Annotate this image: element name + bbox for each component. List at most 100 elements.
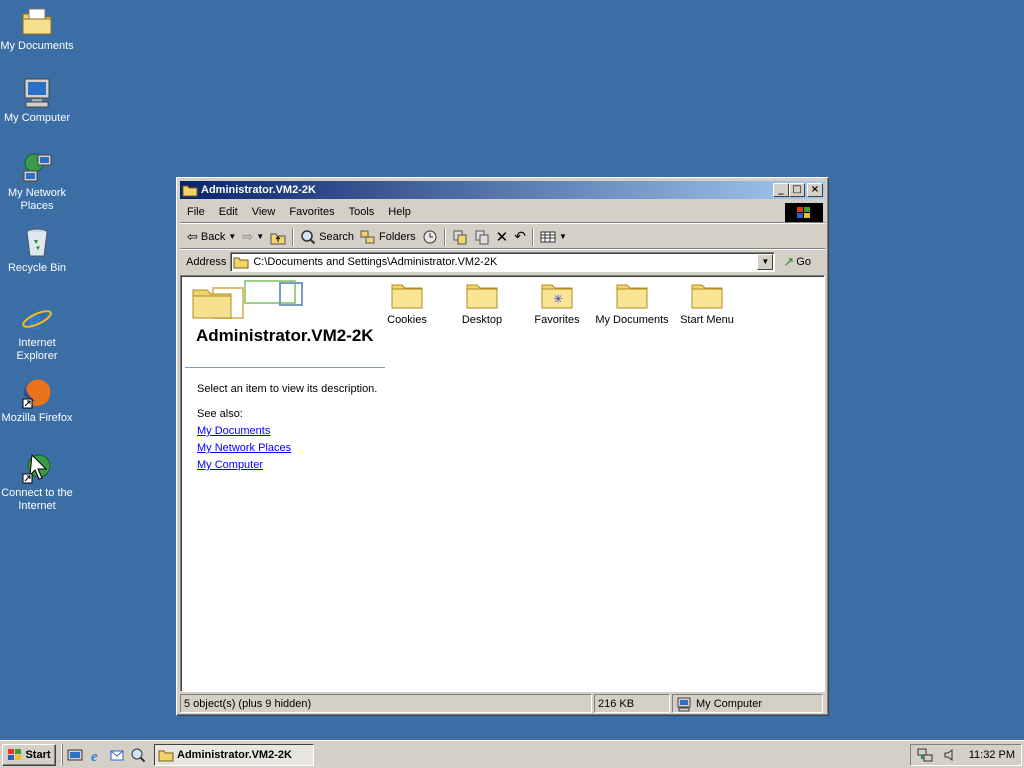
back-button[interactable]: ⇦ Back ▼: [184, 226, 239, 248]
desktop-icon-label: Internet Explorer: [16, 337, 58, 362]
move-to-button[interactable]: [449, 226, 471, 248]
folder-start-menu[interactable]: Start Menu: [667, 280, 747, 326]
ie-icon[interactable]: e: [88, 747, 104, 763]
volume-icon[interactable]: [943, 747, 959, 763]
computer-icon: [24, 78, 50, 108]
start-button[interactable]: Start: [2, 743, 56, 766]
system-tray: 11:32 PM: [910, 744, 1022, 766]
connect-icon: [22, 453, 51, 484]
search-button[interactable]: Search: [297, 226, 357, 248]
folder-icon: [233, 257, 249, 269]
taskbar-window-label: Administrator.VM2-2K: [177, 748, 292, 761]
undo-icon: ↶: [514, 228, 526, 244]
back-arrow-icon: ⇦: [187, 228, 198, 244]
folder-icon: [466, 284, 498, 309]
folder-documents-icon: [22, 8, 52, 35]
window-title: Administrator.VM2-2K: [201, 184, 316, 196]
network-tray-icon[interactable]: [917, 747, 933, 763]
menu-edit[interactable]: Edit: [212, 206, 245, 218]
desktop-icon-label: Mozilla Firefox: [1, 412, 73, 424]
folder-label: Desktop: [461, 314, 503, 326]
toolbar-separator: [531, 227, 534, 246]
forward-button[interactable]: ⇨ ▼: [239, 226, 267, 248]
history-button[interactable]: [419, 226, 441, 248]
folders-button[interactable]: Folders: [357, 226, 419, 248]
folder-icon: [182, 185, 198, 197]
outlook-express-icon[interactable]: [109, 747, 125, 763]
copy-to-button[interactable]: [471, 226, 493, 248]
folder-desktop[interactable]: Desktop: [442, 280, 522, 326]
link-my-documents[interactable]: My Documents: [197, 425, 270, 437]
menu-tools[interactable]: Tools: [342, 206, 382, 218]
status-size: 216 KB: [594, 694, 670, 713]
desktop-icon-label: Recycle Bin: [7, 262, 67, 274]
undo-button[interactable]: ↶: [511, 226, 529, 248]
search-label: Search: [319, 230, 354, 243]
pane-title: Administrator.VM2-2K: [196, 326, 374, 345]
up-folder-button[interactable]: [267, 226, 289, 248]
folder-icon: [391, 284, 423, 309]
search-icon[interactable]: [130, 747, 146, 763]
views-button[interactable]: ▼: [537, 226, 570, 248]
recycle-bin-icon: [26, 228, 48, 257]
desktop-icon-label: My Documents: [0, 40, 74, 52]
clock[interactable]: 11:32 PM: [969, 749, 1015, 761]
status-zone-label: My Computer: [696, 697, 763, 710]
explorer-window[interactable]: Administrator.VM2-2K _ □ × File Edit Vie…: [176, 177, 829, 716]
folders-icon: [360, 230, 375, 243]
favorites-folder-icon: ✳: [541, 284, 573, 309]
go-button[interactable]: ↗ Go: [783, 254, 811, 270]
menu-file[interactable]: File: [180, 206, 212, 218]
windows-logo-icon: [8, 748, 22, 760]
go-arrow-icon: ↗: [783, 254, 795, 269]
menu-view[interactable]: View: [245, 206, 283, 218]
desktop-icon-label: Connect to the Internet: [1, 487, 73, 512]
desktop-icon-my-network-places[interactable]: My Network Places: [0, 151, 74, 213]
see-also-label: See also:: [197, 408, 243, 420]
folder-label: Cookies: [387, 314, 427, 326]
views-icon: [540, 231, 556, 242]
folder-my-documents[interactable]: My Documents: [592, 280, 672, 326]
banner-folder-icon: [192, 280, 303, 319]
link-my-network-places[interactable]: My Network Places: [197, 442, 291, 454]
windows-logo-icon: [785, 203, 823, 222]
address-value: C:\Documents and Settings\Administrator.…: [253, 256, 498, 268]
delete-button[interactable]: ✕: [493, 226, 512, 248]
desktop-icon-connect-to-internet[interactable]: Connect to the Internet: [0, 451, 74, 513]
menu-help[interactable]: Help: [381, 206, 418, 218]
delete-icon: ✕: [495, 228, 509, 246]
taskbar-window-button[interactable]: Administrator.VM2-2K: [154, 743, 314, 766]
status-objects: 5 object(s) (plus 9 hidden): [180, 694, 592, 713]
desktop-icon-internet-explorer[interactable]: e Internet Explorer: [0, 301, 74, 363]
start-label: Start: [25, 748, 51, 761]
desktop-icon-my-documents[interactable]: My Documents: [0, 4, 74, 53]
address-dropdown-button[interactable]: ▼: [757, 254, 774, 270]
title-bar[interactable]: Administrator.VM2-2K _ □ ×: [180, 181, 825, 199]
maximize-button[interactable]: □: [789, 183, 805, 197]
address-input[interactable]: C:\Documents and Settings\Administrator.…: [230, 252, 776, 272]
folder-label: Favorites: [534, 314, 580, 326]
menu-favorites[interactable]: Favorites: [282, 206, 341, 218]
link-my-computer[interactable]: My Computer: [197, 459, 263, 471]
desktop-icon-mozilla-firefox[interactable]: Mozilla Firefox: [0, 376, 74, 425]
close-button[interactable]: ×: [807, 183, 823, 197]
desktop-icon-my-computer[interactable]: My Computer: [0, 76, 74, 125]
svg-text:✳: ✳: [553, 292, 563, 306]
minimize-button[interactable]: _: [773, 183, 789, 197]
forward-arrow-icon: ⇨: [242, 228, 254, 244]
svg-text:e: e: [91, 749, 98, 763]
folder-favorites[interactable]: ✳ Favorites: [517, 280, 597, 326]
ie-icon: e: [22, 303, 52, 335]
desktop-icon-recycle-bin[interactable]: Recycle Bin: [0, 226, 74, 275]
copy-to-icon: [475, 230, 489, 244]
folder-icon: [691, 284, 723, 309]
folder-label: My Documents: [595, 314, 669, 326]
svg-text:e: e: [28, 303, 41, 335]
folder-view[interactable]: Administrator.VM2-2K Select an item to v…: [180, 275, 825, 692]
network-icon: [23, 153, 52, 182]
move-to-icon: [453, 230, 467, 244]
show-desktop-icon[interactable]: [67, 747, 83, 763]
folder-cookies[interactable]: Cookies: [367, 280, 447, 326]
toolbar-separator: [292, 227, 295, 246]
search-icon: [301, 229, 316, 244]
